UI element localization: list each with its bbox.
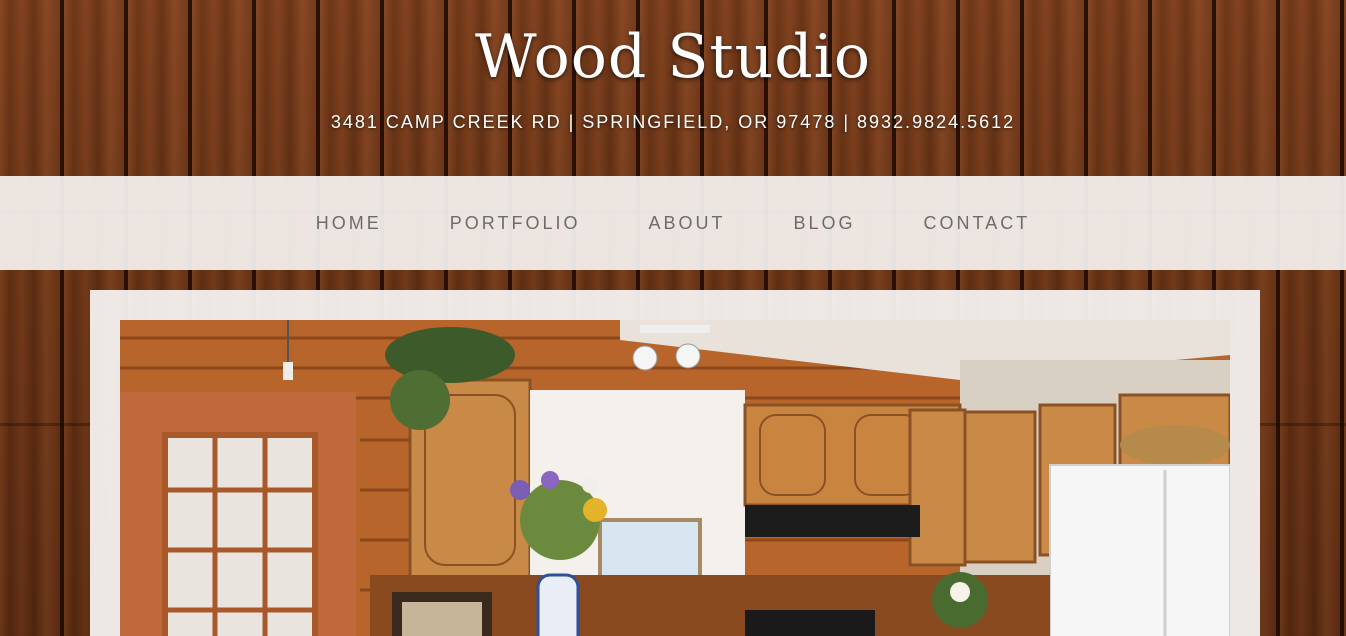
site-title[interactable]: Wood Studio	[0, 22, 1346, 92]
site-header: Wood Studio 3481 CAMP CREEK RD | SPRINGF…	[0, 0, 1346, 176]
hero-kitchen-photo	[120, 320, 1230, 636]
nav-item-about[interactable]: ABOUT	[648, 213, 725, 234]
nav-item-contact[interactable]: CONTACT	[924, 213, 1031, 234]
main-navigation: HOME PORTFOLIO ABOUT BLOG CONTACT	[0, 176, 1346, 270]
site-tagline: 3481 CAMP CREEK RD | SPRINGFIELD, OR 974…	[330, 112, 1016, 132]
nav-item-portfolio[interactable]: PORTFOLIO	[450, 213, 581, 234]
content-frame	[90, 290, 1260, 636]
nav-item-blog[interactable]: BLOG	[794, 213, 856, 234]
nav-item-home[interactable]: HOME	[316, 213, 382, 234]
